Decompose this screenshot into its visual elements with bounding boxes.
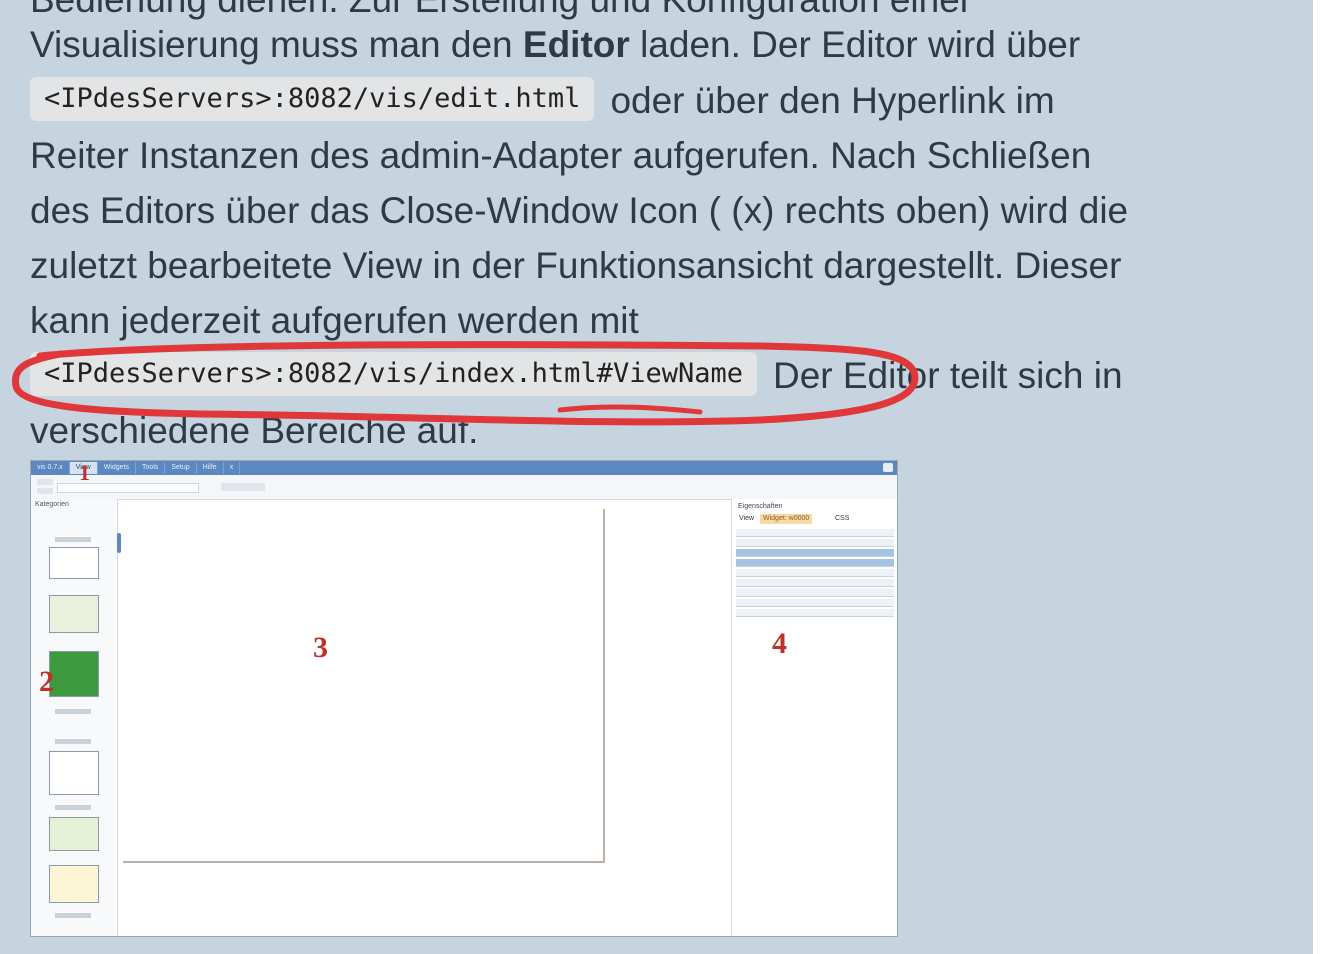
menu-tab-app[interactable]: vis 0.7.x: [31, 462, 70, 474]
region-label-4: 4: [772, 627, 787, 660]
paragraph-line-6: kann jederzeit aufgerufen werden mit: [30, 300, 639, 341]
sidebar-title: Kategorien: [35, 501, 69, 508]
article-page: Bedienung dienen. Zur Erstellung und Kon…: [0, 0, 1313, 954]
paragraph-line-2: <IPdesServers>:8082/vis/edit.html oder üb…: [30, 73, 1055, 128]
properties-panel: Eigenschaften View Widget: w0000 CSS 4: [731, 499, 897, 936]
widget-thumb-frame[interactable]: [49, 751, 99, 795]
region-label-2: 2: [39, 665, 54, 698]
paragraph-line-8: verschiedene Bereiche auf.: [30, 410, 479, 451]
paragraph-line-3: Reiter Instanzen des admin-Adapter aufge…: [30, 135, 1092, 176]
widget-thumb-chart[interactable]: [49, 817, 99, 851]
paragraph-line-1: Visualisierung muss man den Editor laden…: [30, 17, 1080, 72]
menu-tab-tools[interactable]: Tools: [136, 462, 166, 474]
line2-text: oder über den Hyperlink im: [610, 80, 1055, 121]
code-edit-url[interactable]: <IPdesServers>:8082/vis/edit.html: [30, 77, 595, 122]
close-window-icon[interactable]: [883, 463, 893, 472]
panel-title: Eigenschaften: [738, 503, 783, 510]
menu-tab-close[interactable]: x: [224, 462, 241, 474]
line7-text: Der Editor teilt sich in: [772, 355, 1123, 396]
paragraph-line-7: <IPdesServers>:8082/vis/index.html#ViewN…: [30, 348, 1123, 403]
menu-tab-widgets[interactable]: Widgets: [98, 462, 137, 474]
widget-thumb-html[interactable]: [49, 547, 99, 579]
panel-tab-view[interactable]: View: [736, 514, 757, 524]
widget-sidebar: Kategorien 2: [31, 499, 118, 936]
widget-thumb-green[interactable]: [49, 651, 99, 697]
editor-menubar: vis 0.7.x View Widgets Tools Setup Hilfe…: [31, 461, 897, 475]
line1-text-end: laden. Der Editor wird über: [629, 24, 1081, 65]
region-label-1: 1: [79, 460, 90, 485]
menu-tab-help[interactable]: Hilfe: [197, 462, 224, 474]
view-canvas[interactable]: [123, 509, 605, 863]
paragraph-line-4: des Editors über das Close-Window Icon (…: [30, 190, 1129, 231]
region-label-3: 3: [313, 631, 328, 664]
code-index-url[interactable]: <IPdesServers>:8082/vis/index.html#ViewN…: [30, 352, 757, 397]
sidebar-scrollbar[interactable]: [117, 533, 121, 553]
line1-text-start: Visualisierung muss man den: [30, 24, 523, 65]
panel-tab-widget[interactable]: Widget: w0000: [760, 514, 813, 524]
editor-screenshot: vis 0.7.x View Widgets Tools Setup Hilfe…: [30, 460, 898, 937]
widget-thumb-image[interactable]: [49, 595, 99, 633]
paragraph-line-5: zuletzt bearbeitete View in der Funktion…: [30, 245, 1122, 286]
editor-toolbar: [31, 475, 897, 500]
menu-tab-setup[interactable]: Setup: [165, 462, 197, 474]
panel-tab-css[interactable]: CSS: [832, 514, 852, 524]
editor-term: Editor: [522, 24, 630, 65]
widget-thumb-yellow[interactable]: [49, 865, 99, 903]
